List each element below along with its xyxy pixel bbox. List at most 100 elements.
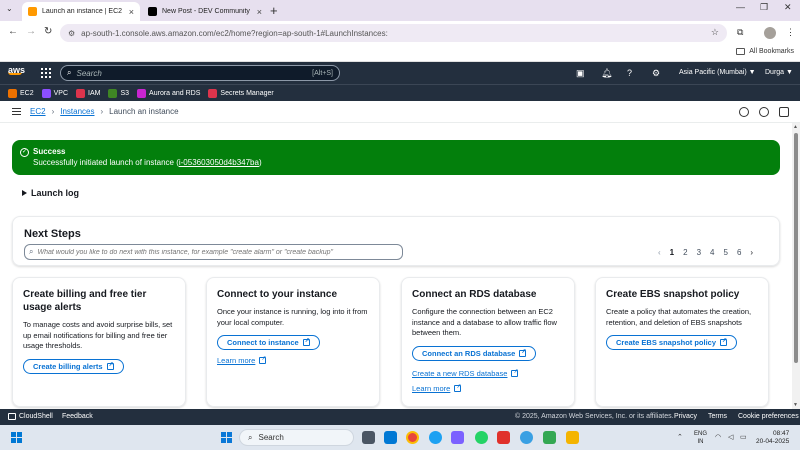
app-icon[interactable] [520,431,533,444]
service-vpc[interactable]: VPC [41,88,69,98]
bookmark-star-icon[interactable]: ☆ [711,27,719,38]
service-label: VPC [53,89,69,97]
close-tab-icon[interactable]: × [129,7,134,17]
region-selector[interactable]: Asia Pacific (Mumbai) ▼ [679,69,756,76]
cloudshell-link[interactable]: CloudShell [8,413,53,420]
notifications-icon[interactable]: 🔔︎ [601,68,612,79]
whatsapp-icon[interactable] [475,431,488,444]
new-tab-button[interactable]: + [270,3,278,18]
privacy-link[interactable]: Privacy [674,413,697,420]
info-icon[interactable] [739,107,749,117]
battery-icon[interactable]: ▭ [740,433,747,441]
aws-logo[interactable]: aws [8,65,25,75]
wifi-icon[interactable]: ◠ [715,433,721,441]
next-steps-panel: Next Steps ⌕ ‹ 1 2 3 4 5 6 › [12,216,780,266]
create-rds-database-link[interactable]: Create a new RDS database [412,368,564,378]
maximize-icon[interactable]: ❐ [760,2,768,13]
page-1[interactable]: 1 [670,248,674,257]
cookie-preferences-link[interactable]: Cookie preferences [738,413,799,420]
external-link-icon [259,355,266,364]
prev-page-icon[interactable]: ‹ [658,248,661,257]
extensions-icon[interactable]: ⧉ [737,27,743,38]
address-bar[interactable]: ⚙ ap-south-1.console.aws.amazon.com/ec2/… [60,24,727,42]
create-billing-alerts-button[interactable]: Create billing alerts [23,358,124,374]
breadcrumb-instances[interactable]: Instances [60,107,94,116]
service-iam[interactable]: IAM [76,88,101,98]
aws-search[interactable]: ⌕ Search [Alt+S] [60,65,340,81]
chrome-icon[interactable] [406,431,419,444]
page-3[interactable]: 3 [697,248,701,257]
clock-time: 08:47 [772,430,790,437]
tab-launch-instance[interactable]: Launch an instance | EC2 | ap-sou × [22,2,140,21]
service-aurora-rds[interactable]: Aurora and RDS [137,88,200,98]
link-label: Create a new RDS database [412,368,508,378]
next-steps-search-input[interactable] [37,248,402,256]
tab-dev-community[interactable]: New Post - DEV Community × [142,2,268,21]
help-icon[interactable]: ? [627,68,632,78]
forward-icon[interactable]: → [26,26,36,37]
page-scrollbar[interactable]: ▲ ▼ [792,123,800,409]
next-steps-search[interactable]: ⌕ [24,244,403,260]
minimize-icon[interactable]: — [736,2,745,12]
start-button-icon[interactable] [221,432,232,443]
button-label: Create billing alerts [33,361,103,371]
profile-avatar[interactable] [764,27,776,39]
scroll-down-icon[interactable]: ▼ [793,402,798,408]
tab-search-icon[interactable]: ⌄ [6,4,13,13]
account-menu[interactable]: Durga ▼ [765,69,793,76]
next-steps-title: Next Steps [24,228,81,240]
service-s3[interactable]: S3 [108,88,129,98]
page-2[interactable]: 2 [683,248,687,257]
tab-title: Launch an instance | EC2 | ap-sou [42,8,123,15]
connect-to-instance-button[interactable]: Connect to instance [217,335,320,350]
file-explorer-icon[interactable] [384,431,397,444]
create-ebs-snapshot-policy-button[interactable]: Create EBS snapshot policy [606,335,738,350]
service-ec2[interactable]: EC2 [8,88,34,98]
close-tab-icon[interactable]: × [257,7,262,17]
copilot-icon[interactable] [451,431,464,444]
system-clock[interactable]: 08:47 20-04-2025 [756,430,789,446]
menu-icon[interactable]: ⋮ [786,27,795,38]
language-indicator[interactable]: ENG IN [694,430,707,446]
task-view-icon[interactable] [362,431,375,444]
close-window-icon[interactable]: ✕ [784,2,792,13]
cloudshell-icon[interactable]: ▣ [576,68,585,79]
scrollbar-thumb[interactable] [794,133,798,363]
learn-more-link[interactable]: Learn more [412,383,564,393]
favorite-services-bar: EC2 VPC IAM S3 Aurora and RDS Secrets Ma… [0,84,800,101]
scroll-up-icon[interactable]: ▲ [793,124,798,130]
instance-id-link[interactable]: i-053603050d4b347ba [179,158,259,167]
aws-footer: CloudShell Feedback © 2025, Amazon Web S… [0,409,800,425]
site-info-icon[interactable]: ⚙ [68,29,75,38]
folder-icon[interactable] [566,431,579,444]
chevron-up-icon[interactable]: ⌃ [677,433,683,441]
edge-icon[interactable] [429,431,442,444]
settings-gear-icon[interactable]: ⚙ [652,68,660,79]
windows-taskbar: ⌕ Search ⌃ ENG IN ◠ ◁ ▭ 08:47 20-04-2025 [0,425,800,450]
reload-icon[interactable]: ↻ [44,26,52,37]
feedback-link[interactable]: Feedback [62,413,93,420]
widgets-icon[interactable] [11,432,22,443]
services-menu-icon[interactable] [41,68,51,78]
connect-rds-database-button[interactable]: Connect an RDS database [412,345,537,361]
feedback-icon[interactable] [779,107,789,117]
learn-more-link[interactable]: Learn more [217,355,369,365]
search-icon: ⌕ [29,247,34,256]
hamburger-menu-icon[interactable] [12,108,21,115]
taskbar-search[interactable]: ⌕ Search [239,429,354,446]
terms-link[interactable]: Terms [708,413,727,420]
history-icon[interactable] [759,107,769,117]
all-bookmarks[interactable]: All Bookmarks [736,48,794,55]
service-label: IAM [88,89,101,97]
page-4[interactable]: 4 [710,248,714,257]
service-secrets-manager[interactable]: Secrets Manager [208,88,274,98]
page-5[interactable]: 5 [723,248,727,257]
page-6[interactable]: 6 [737,248,741,257]
launch-log-expander[interactable]: Launch log [22,188,79,198]
next-page-icon[interactable]: › [750,248,753,257]
back-icon[interactable]: ← [8,26,18,37]
app-icon[interactable] [543,431,556,444]
volume-icon[interactable]: ◁ [728,433,733,441]
breadcrumb-ec2[interactable]: EC2 [30,107,46,116]
office-icon[interactable] [497,431,510,444]
